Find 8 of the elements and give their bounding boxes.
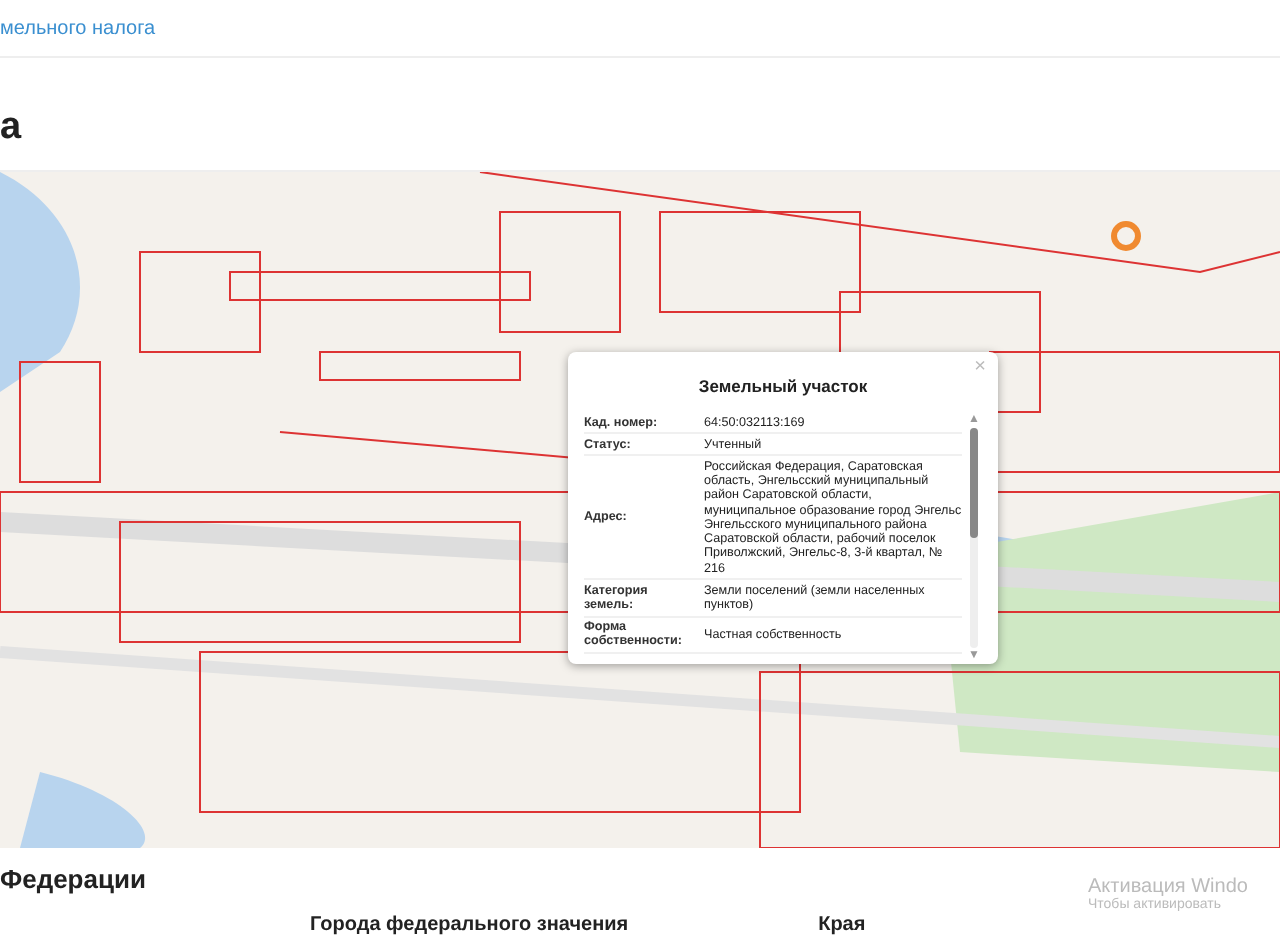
section-heading: Федерации	[0, 862, 146, 894]
tax-link[interactable]: мельного налога	[0, 17, 156, 39]
column-heading: Края	[818, 914, 866, 936]
close-button[interactable]: ×	[970, 356, 990, 378]
scrollbar-thumb[interactable]	[970, 428, 978, 538]
activation-notice-title: Активация Windo	[1088, 876, 1250, 898]
column-heading: Города федерального значения	[310, 914, 629, 936]
popup-title: Земельный участок	[696, 376, 870, 396]
